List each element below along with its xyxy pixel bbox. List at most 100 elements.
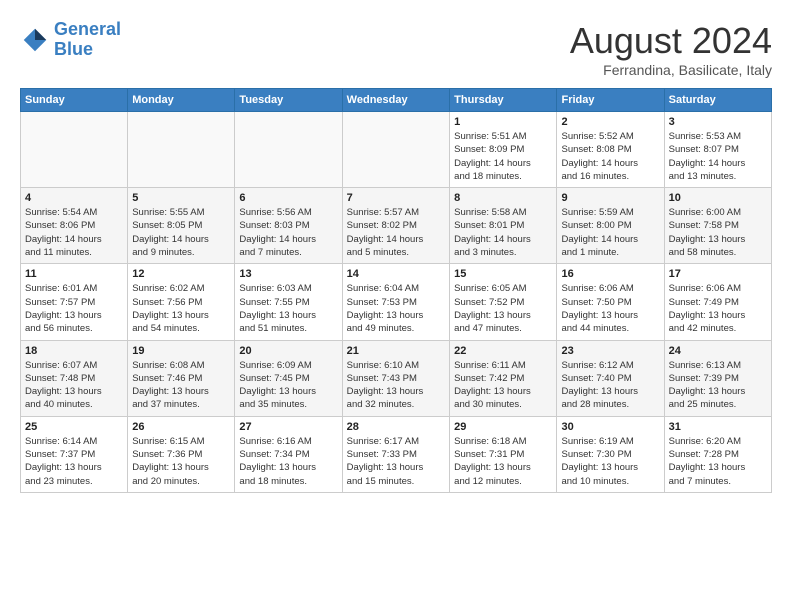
day-info: Sunrise: 5:55 AM Sunset: 8:05 PM Dayligh… [132, 206, 230, 259]
day-number: 7 [347, 192, 445, 204]
day-number: 9 [561, 192, 659, 204]
day-info: Sunrise: 6:19 AM Sunset: 7:30 PM Dayligh… [561, 435, 659, 488]
day-number: 31 [669, 421, 767, 433]
day-number: 30 [561, 421, 659, 433]
day-number: 25 [25, 421, 123, 433]
day-number: 16 [561, 268, 659, 280]
weekday-header-wednesday: Wednesday [342, 89, 449, 112]
day-number: 5 [132, 192, 230, 204]
day-number: 10 [669, 192, 767, 204]
calendar-week-2: 4 Sunrise: 5:54 AM Sunset: 8:06 PM Daylig… [21, 188, 772, 264]
weekday-header-tuesday: Tuesday [235, 89, 342, 112]
day-info: Sunrise: 6:09 AM Sunset: 7:45 PM Dayligh… [239, 359, 337, 412]
day-info: Sunrise: 6:12 AM Sunset: 7:40 PM Dayligh… [561, 359, 659, 412]
day-number: 8 [454, 192, 552, 204]
calendar-cell: 22 Sunrise: 6:11 AM Sunset: 7:42 PM Dayli… [450, 340, 557, 416]
day-number: 2 [561, 116, 659, 128]
day-number: 12 [132, 268, 230, 280]
calendar-cell: 28 Sunrise: 6:17 AM Sunset: 7:33 PM Dayli… [342, 416, 449, 492]
day-number: 3 [669, 116, 767, 128]
day-number: 26 [132, 421, 230, 433]
calendar-cell: 24 Sunrise: 6:13 AM Sunset: 7:39 PM Dayli… [664, 340, 771, 416]
calendar-cell: 12 Sunrise: 6:02 AM Sunset: 7:56 PM Dayli… [128, 264, 235, 340]
day-info: Sunrise: 6:01 AM Sunset: 7:57 PM Dayligh… [25, 282, 123, 335]
calendar-cell: 17 Sunrise: 6:06 AM Sunset: 7:49 PM Dayli… [664, 264, 771, 340]
day-info: Sunrise: 5:54 AM Sunset: 8:06 PM Dayligh… [25, 206, 123, 259]
day-number: 13 [239, 268, 337, 280]
day-info: Sunrise: 6:10 AM Sunset: 7:43 PM Dayligh… [347, 359, 445, 412]
logo-text: General Blue [54, 20, 121, 60]
calendar-cell [235, 112, 342, 188]
location-subtitle: Ferrandina, Basilicate, Italy [570, 62, 772, 78]
day-info: Sunrise: 6:14 AM Sunset: 7:37 PM Dayligh… [25, 435, 123, 488]
calendar-week-5: 25 Sunrise: 6:14 AM Sunset: 7:37 PM Dayli… [21, 416, 772, 492]
day-number: 21 [347, 345, 445, 357]
calendar-cell: 25 Sunrise: 6:14 AM Sunset: 7:37 PM Dayli… [21, 416, 128, 492]
calendar-cell: 10 Sunrise: 6:00 AM Sunset: 7:58 PM Dayli… [664, 188, 771, 264]
calendar-cell: 14 Sunrise: 6:04 AM Sunset: 7:53 PM Dayli… [342, 264, 449, 340]
calendar-cell: 6 Sunrise: 5:56 AM Sunset: 8:03 PM Daylig… [235, 188, 342, 264]
weekday-header-saturday: Saturday [664, 89, 771, 112]
calendar-cell: 29 Sunrise: 6:18 AM Sunset: 7:31 PM Dayli… [450, 416, 557, 492]
calendar-cell: 2 Sunrise: 5:52 AM Sunset: 8:08 PM Daylig… [557, 112, 664, 188]
weekday-header-thursday: Thursday [450, 89, 557, 112]
day-info: Sunrise: 6:11 AM Sunset: 7:42 PM Dayligh… [454, 359, 552, 412]
day-number: 4 [25, 192, 123, 204]
day-number: 17 [669, 268, 767, 280]
day-info: Sunrise: 6:02 AM Sunset: 7:56 PM Dayligh… [132, 282, 230, 335]
calendar-cell [128, 112, 235, 188]
day-number: 15 [454, 268, 552, 280]
day-info: Sunrise: 6:03 AM Sunset: 7:55 PM Dayligh… [239, 282, 337, 335]
day-number: 1 [454, 116, 552, 128]
day-info: Sunrise: 5:52 AM Sunset: 8:08 PM Dayligh… [561, 130, 659, 183]
calendar-cell: 19 Sunrise: 6:08 AM Sunset: 7:46 PM Dayli… [128, 340, 235, 416]
day-number: 29 [454, 421, 552, 433]
calendar-cell: 18 Sunrise: 6:07 AM Sunset: 7:48 PM Dayli… [21, 340, 128, 416]
day-number: 11 [25, 268, 123, 280]
day-info: Sunrise: 6:08 AM Sunset: 7:46 PM Dayligh… [132, 359, 230, 412]
day-info: Sunrise: 6:18 AM Sunset: 7:31 PM Dayligh… [454, 435, 552, 488]
calendar-table: SundayMondayTuesdayWednesdayThursdayFrid… [20, 88, 772, 493]
day-number: 6 [239, 192, 337, 204]
calendar-cell: 9Sunrise: 5:59 AM Sunset: 8:00 PM Daylig… [557, 188, 664, 264]
day-info: Sunrise: 6:07 AM Sunset: 7:48 PM Dayligh… [25, 359, 123, 412]
day-info: Sunrise: 5:53 AM Sunset: 8:07 PM Dayligh… [669, 130, 767, 183]
calendar-cell: 8Sunrise: 5:58 AM Sunset: 8:01 PM Daylig… [450, 188, 557, 264]
day-info: Sunrise: 6:13 AM Sunset: 7:39 PM Dayligh… [669, 359, 767, 412]
day-number: 20 [239, 345, 337, 357]
calendar-cell [342, 112, 449, 188]
calendar-cell: 11 Sunrise: 6:01 AM Sunset: 7:57 PM Dayli… [21, 264, 128, 340]
calendar-cell: 1Sunrise: 5:51 AM Sunset: 8:09 PM Daylig… [450, 112, 557, 188]
day-number: 28 [347, 421, 445, 433]
day-info: Sunrise: 6:15 AM Sunset: 7:36 PM Dayligh… [132, 435, 230, 488]
day-info: Sunrise: 5:56 AM Sunset: 8:03 PM Dayligh… [239, 206, 337, 259]
weekday-header-monday: Monday [128, 89, 235, 112]
day-number: 19 [132, 345, 230, 357]
day-info: Sunrise: 6:05 AM Sunset: 7:52 PM Dayligh… [454, 282, 552, 335]
day-info: Sunrise: 6:00 AM Sunset: 7:58 PM Dayligh… [669, 206, 767, 259]
day-number: 24 [669, 345, 767, 357]
calendar-cell: 20 Sunrise: 6:09 AM Sunset: 7:45 PM Dayli… [235, 340, 342, 416]
day-number: 18 [25, 345, 123, 357]
weekday-header-row: SundayMondayTuesdayWednesdayThursdayFrid… [21, 89, 772, 112]
logo: General Blue [20, 20, 121, 60]
calendar-week-4: 18 Sunrise: 6:07 AM Sunset: 7:48 PM Dayli… [21, 340, 772, 416]
day-info: Sunrise: 6:06 AM Sunset: 7:49 PM Dayligh… [669, 282, 767, 335]
weekday-header-sunday: Sunday [21, 89, 128, 112]
calendar-cell: 15 Sunrise: 6:05 AM Sunset: 7:52 PM Dayli… [450, 264, 557, 340]
calendar-cell: 13 Sunrise: 6:03 AM Sunset: 7:55 PM Dayli… [235, 264, 342, 340]
month-title: August 2024 [570, 20, 772, 62]
day-number: 27 [239, 421, 337, 433]
title-block: August 2024 Ferrandina, Basilicate, Ital… [570, 20, 772, 78]
calendar-cell: 16Sunrise: 6:06 AM Sunset: 7:50 PM Dayli… [557, 264, 664, 340]
calendar-cell: 4 Sunrise: 5:54 AM Sunset: 8:06 PM Daylig… [21, 188, 128, 264]
day-number: 22 [454, 345, 552, 357]
calendar-cell: 30 Sunrise: 6:19 AM Sunset: 7:30 PM Dayli… [557, 416, 664, 492]
day-info: Sunrise: 6:17 AM Sunset: 7:33 PM Dayligh… [347, 435, 445, 488]
page-header: General Blue August 2024 Ferrandina, Bas… [20, 20, 772, 78]
day-number: 23 [561, 345, 659, 357]
day-number: 14 [347, 268, 445, 280]
day-info: Sunrise: 6:16 AM Sunset: 7:34 PM Dayligh… [239, 435, 337, 488]
calendar-cell: 23 Sunrise: 6:12 AM Sunset: 7:40 PM Dayli… [557, 340, 664, 416]
day-info: Sunrise: 6:04 AM Sunset: 7:53 PM Dayligh… [347, 282, 445, 335]
